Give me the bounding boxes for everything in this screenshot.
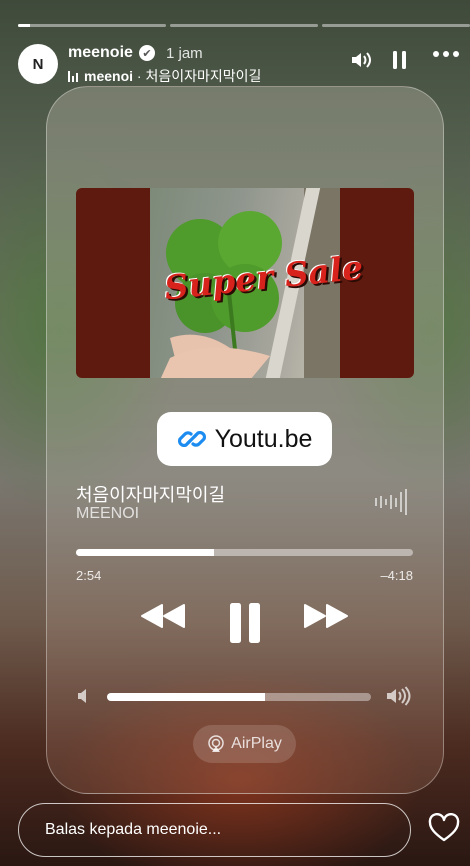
playback-progress — [76, 549, 215, 556]
like-button[interactable] — [428, 812, 460, 848]
story-segment — [322, 24, 470, 27]
volume-high-icon — [386, 686, 412, 711]
music-bars-icon — [68, 70, 78, 82]
audio-wave-icon — [375, 488, 407, 516]
fast-forward-icon — [304, 604, 348, 628]
album-artwork[interactable]: Super Sale — [76, 188, 414, 378]
username[interactable]: meenoie — [68, 44, 133, 62]
verified-badge-icon: ✔ — [139, 45, 155, 61]
music-title: 처음이자마지막이길 — [145, 68, 262, 84]
story-header: N meenoie ✔ 1 jam meenoi · 처음이자마지막이길 — [18, 42, 460, 86]
volume-low-icon — [77, 688, 91, 709]
story-segment — [170, 24, 318, 27]
heart-icon — [428, 812, 460, 842]
airplay-label: AirPlay — [231, 735, 282, 752]
play-pause-button[interactable] — [228, 601, 262, 645]
rewind-button[interactable] — [140, 602, 186, 630]
rewind-icon — [141, 604, 185, 628]
playback-scrubber[interactable] — [76, 549, 413, 556]
link-label: Youtu.be — [214, 424, 313, 453]
elapsed-time: 2:54 — [76, 568, 102, 583]
more-icon[interactable] — [432, 50, 460, 58]
pause-icon — [230, 603, 260, 643]
reply-input[interactable]: Balas kepada meenoie... — [18, 803, 411, 857]
volume-slider[interactable] — [107, 693, 371, 701]
avatar-initial: N — [32, 55, 44, 73]
music-separator: · — [133, 68, 146, 84]
artist-name: MEENOI — [76, 505, 140, 522]
story-progress — [18, 24, 470, 27]
song-title: 처음이자마지막이길 — [76, 485, 226, 505]
link-icon — [177, 430, 206, 448]
reply-placeholder: Balas kepada meenoie... — [45, 821, 222, 838]
fast-forward-button[interactable] — [303, 602, 349, 630]
remaining-time: –4:18 — [380, 568, 413, 583]
music-artist: meenoi — [84, 68, 134, 84]
post-time: 1 jam — [166, 45, 203, 62]
airplay-icon — [208, 735, 224, 752]
pause-icon[interactable] — [392, 50, 408, 70]
volume-level — [107, 693, 266, 701]
music-attribution[interactable]: meenoi · 처음이자마지막이길 — [68, 66, 261, 86]
airplay-button[interactable]: AirPlay — [193, 725, 296, 763]
volume-icon[interactable] — [350, 50, 372, 70]
link-sticker[interactable]: Youtu.be — [157, 412, 332, 466]
avatar[interactable]: N — [18, 44, 58, 84]
story-segment — [18, 24, 166, 27]
